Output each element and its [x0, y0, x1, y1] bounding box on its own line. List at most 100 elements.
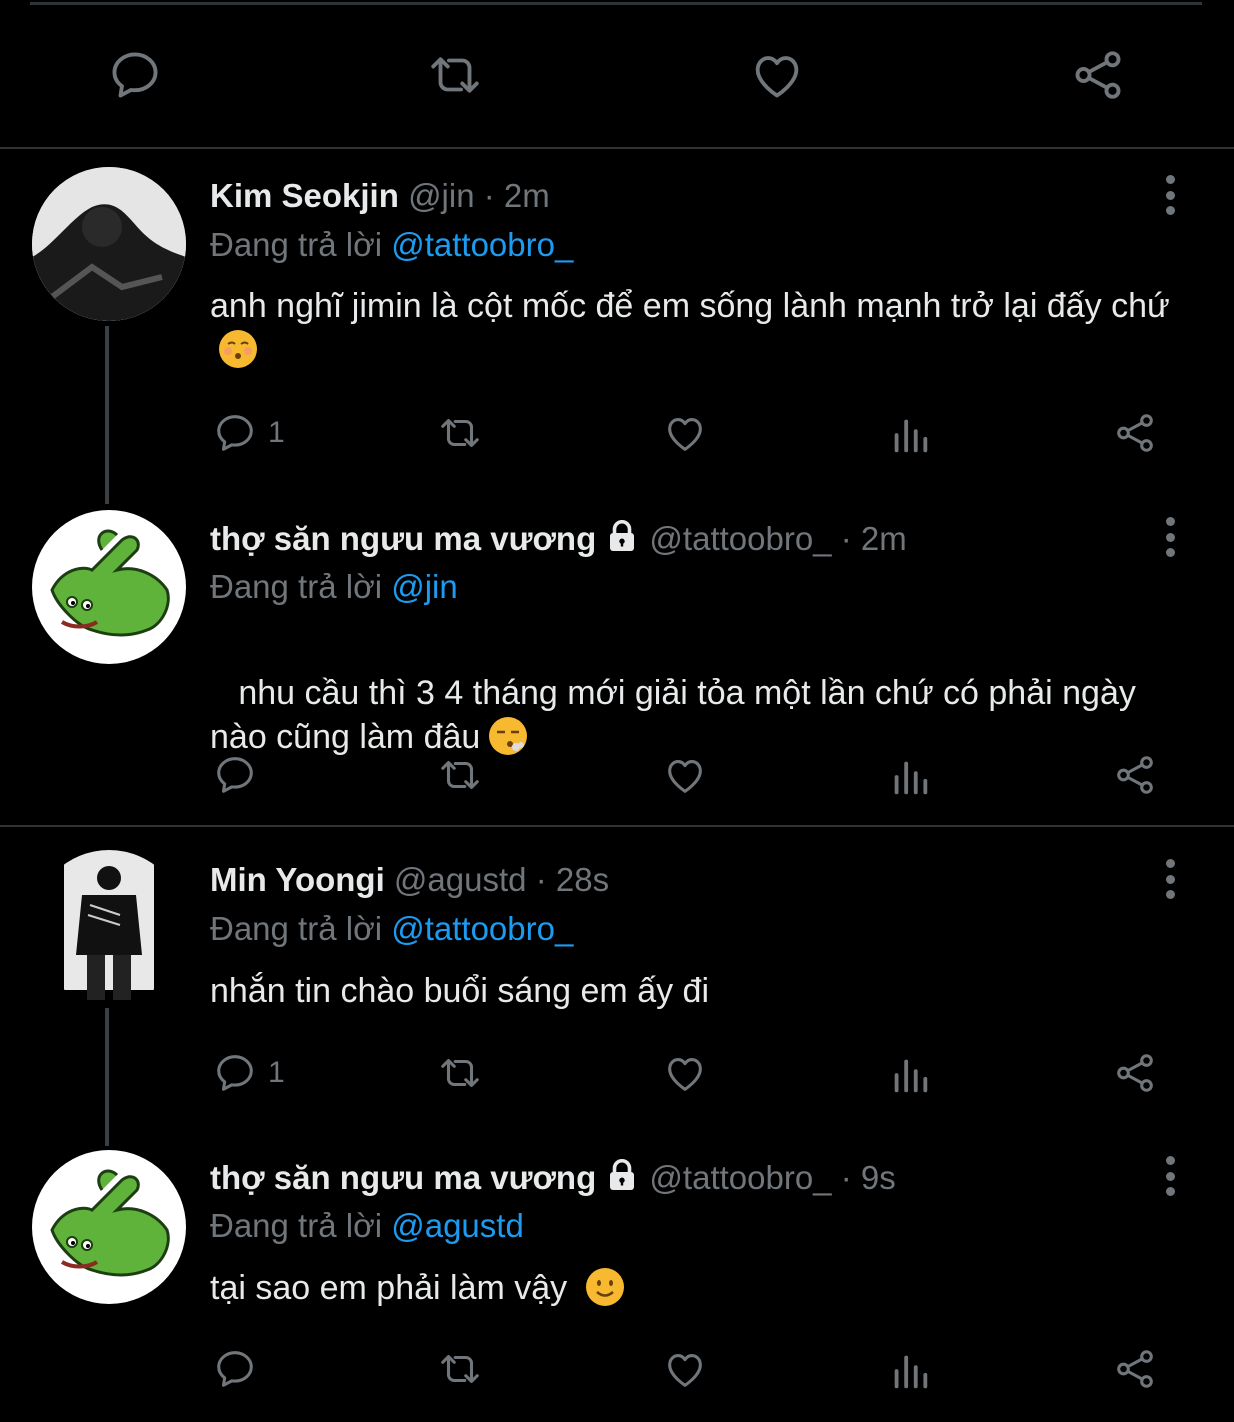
more-options-button[interactable]	[1160, 1156, 1180, 1196]
reply-text-content: anh nghĩ jimin là cột mốc để em sống làn…	[210, 287, 1170, 325]
section-divider	[0, 825, 1234, 827]
reply-header: thợ săn ngưu ma vương @tattoobro_ · 9s	[210, 1157, 896, 1198]
reply-text: anh nghĩ jimin là cột mốc để em sống làn…	[210, 284, 1170, 372]
analytics-button[interactable]	[887, 412, 933, 458]
like-icon	[748, 46, 806, 104]
reply-button[interactable]	[212, 1346, 268, 1392]
retweet-icon	[437, 410, 483, 456]
timestamp[interactable]: 2m	[504, 177, 550, 214]
display-name[interactable]: thợ săn ngưu ma vương	[210, 1159, 596, 1196]
share-button[interactable]	[1112, 1346, 1158, 1392]
mention-link[interactable]: @tattoobro_	[391, 910, 573, 947]
separator: ·	[840, 520, 852, 557]
more-options-button[interactable]	[1160, 517, 1180, 557]
reply-header: thợ săn ngưu ma vương @tattoobro_ · 2m	[210, 518, 907, 559]
reply-header: Kim Seokjin @jin · 2m	[210, 176, 550, 216]
retweet-icon	[437, 1346, 483, 1392]
display-name[interactable]: Kim Seokjin	[210, 177, 399, 214]
reply-header: Min Yoongi @agustd · 28s	[210, 860, 609, 900]
replying-to: Đang trả lời @tattoobro_	[210, 225, 573, 265]
like-button[interactable]	[662, 1346, 708, 1392]
handle[interactable]: @agustd	[394, 861, 527, 898]
retweet-icon	[426, 46, 484, 104]
avatar[interactable]	[32, 850, 186, 1004]
reply-text: tại sao em phải làm vậy	[210, 1266, 1170, 1310]
avatar[interactable]	[32, 510, 186, 664]
analytics-button[interactable]	[887, 1348, 933, 1394]
pepe-avatar-image	[32, 510, 186, 664]
separator: ·	[535, 861, 547, 898]
replying-to-label: Đang trả lời	[210, 226, 383, 263]
more-options-button[interactable]	[1160, 859, 1180, 899]
share-icon	[1069, 46, 1127, 104]
reply-icon	[212, 752, 258, 798]
reply-icon	[212, 1050, 258, 1096]
separator: ·	[483, 177, 495, 214]
share-icon	[1112, 752, 1158, 798]
retweet-icon	[437, 1050, 483, 1096]
reply-button[interactable]: 1	[212, 410, 285, 456]
like-button[interactable]	[662, 752, 708, 798]
thread-line	[105, 326, 109, 504]
reply-text: nhu cầu thì 3 4 tháng mới giải tỏa một l…	[210, 627, 1170, 759]
mention-link[interactable]: @tattoobro_	[391, 226, 573, 263]
retweet-icon	[437, 752, 483, 798]
replying-to: Đang trả lời @jin	[210, 567, 458, 607]
handle[interactable]: @tattoobro_	[649, 1159, 831, 1196]
pepe-avatar-image	[32, 1150, 186, 1304]
like-button[interactable]	[742, 40, 812, 110]
like-icon	[662, 752, 708, 798]
reply-text-content: tại sao em phải làm vậy	[210, 1269, 568, 1307]
mention-link[interactable]: @agustd	[391, 1207, 524, 1244]
reply-icon	[106, 46, 164, 104]
replying-to-label: Đang trả lời	[210, 1207, 383, 1244]
replying-to-label: Đang trả lời	[210, 910, 383, 947]
display-name[interactable]: Min Yoongi	[210, 861, 385, 898]
reply-text: nhắn tin chào buổi sáng em ấy đi	[210, 969, 1170, 1013]
reply-button[interactable]	[212, 752, 268, 798]
mention-link[interactable]: @jin	[391, 568, 458, 605]
reply-icon	[212, 410, 258, 456]
retweet-button[interactable]	[437, 1050, 483, 1096]
share-icon	[1112, 1050, 1158, 1096]
reply-count: 1	[268, 1056, 285, 1089]
share-button[interactable]	[1112, 752, 1158, 798]
face-exhaling-icon	[489, 717, 528, 755]
retweet-button[interactable]	[437, 752, 483, 798]
analytics-button[interactable]	[887, 1052, 933, 1098]
top-divider	[30, 2, 1202, 5]
share-icon	[1112, 1346, 1158, 1392]
like-icon	[662, 1050, 708, 1096]
timestamp[interactable]: 2m	[861, 520, 907, 557]
display-name[interactable]: thợ săn ngưu ma vương	[210, 520, 596, 557]
replying-to: Đang trả lời @tattoobro_	[210, 909, 573, 949]
kissing-face-icon	[219, 330, 257, 368]
retweet-button[interactable]	[437, 410, 483, 456]
handle[interactable]: @jin	[408, 177, 475, 214]
share-button[interactable]	[1112, 410, 1158, 456]
timestamp[interactable]: 9s	[861, 1159, 896, 1196]
like-button[interactable]	[662, 1050, 708, 1096]
avatar-image	[32, 850, 186, 1004]
avatar-image	[32, 167, 186, 321]
handle[interactable]: @tattoobro_	[649, 520, 831, 557]
like-button[interactable]	[662, 410, 708, 456]
replying-to: Đang trả lời @agustd	[210, 1206, 524, 1246]
more-options-button[interactable]	[1160, 175, 1180, 215]
section-divider	[0, 147, 1234, 149]
lock-icon	[604, 1157, 640, 1193]
retweet-button[interactable]	[420, 40, 490, 110]
analytics-button[interactable]	[887, 754, 933, 800]
lock-icon	[604, 518, 640, 554]
avatar[interactable]	[32, 167, 186, 321]
reply-button[interactable]	[100, 40, 170, 110]
share-button[interactable]	[1112, 1050, 1158, 1096]
reply-count: 1	[268, 416, 285, 449]
avatar[interactable]	[32, 1150, 186, 1304]
retweet-button[interactable]	[437, 1346, 483, 1392]
timestamp[interactable]: 28s	[556, 861, 609, 898]
separator: ·	[840, 1159, 852, 1196]
reply-text-content: nhắn tin chào buổi sáng em ấy đi	[210, 972, 710, 1010]
share-button[interactable]	[1063, 40, 1133, 110]
reply-button[interactable]: 1	[212, 1050, 285, 1096]
